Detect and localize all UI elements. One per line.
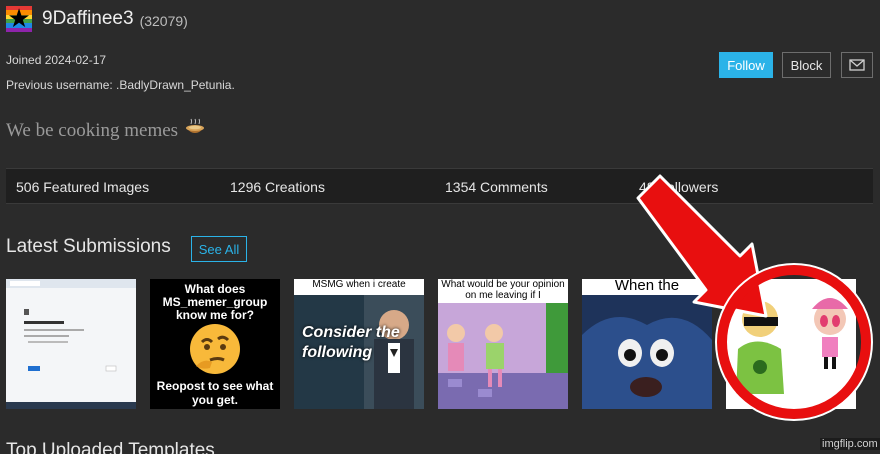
stat-followers[interactable]: 48 Followers (639, 179, 718, 195)
stats-bar: 506 Featured Images 1296 Creations 1354 … (6, 168, 873, 204)
block-button[interactable]: Block (782, 52, 831, 78)
submission-thumb-6[interactable] (726, 279, 856, 409)
cooking-pot-icon (184, 118, 206, 144)
see-all-button[interactable]: See All (191, 236, 247, 262)
submission-thumb-3[interactable]: MSMG when i create Consider the followin… (294, 279, 424, 409)
meme-top-text: What does MS_memer_group know me for? (162, 282, 268, 322)
thumb-cartoon-art (438, 303, 568, 409)
joined-date: Joined 2024-02-17 (6, 53, 107, 67)
meme-caption: When the (582, 279, 712, 295)
meme-caption: What would be your opinion on me leaving… (438, 279, 568, 303)
profile-points: (32079) (139, 12, 188, 29)
meme-overlay-text: Consider the following (302, 324, 400, 361)
thumb-photo-art (582, 295, 712, 409)
profile-bio: We be cooking memes (6, 118, 206, 144)
meme-caption: MSMG when i create (294, 279, 424, 295)
profile-username: 9Daffinee3 (42, 8, 134, 29)
envelope-icon (849, 59, 865, 71)
submission-thumb-4[interactable]: What would be your opinion on me leaving… (438, 279, 568, 409)
site-watermark: imgflip.com (820, 438, 880, 450)
thumb-cartoon-art (726, 279, 856, 409)
submission-thumb-1[interactable] (6, 279, 136, 409)
submission-thumb-2[interactable]: What does MS_memer_group know me for? Re… (150, 279, 280, 409)
top-templates-title: Top Uploaded Templates (6, 440, 215, 454)
stat-comments[interactable]: 1354 Comments (445, 179, 548, 195)
latest-submissions-title: Latest Submissions (6, 236, 171, 257)
stat-featured-images[interactable]: 506 Featured Images (16, 179, 149, 195)
submission-thumb-5[interactable]: When the (582, 279, 712, 409)
stat-creations[interactable]: 1296 Creations (230, 179, 325, 195)
star-icon: ★ (7, 6, 31, 32)
avatar[interactable]: ★ (6, 6, 32, 32)
profile-header: ★ 9Daffinee3 (32079) (6, 6, 188, 32)
meme-bottom-text: Reopost to see what you get. (156, 379, 274, 407)
message-button[interactable] (841, 52, 873, 78)
previous-username: Previous username: .BadlyDrawn_Petunia. (6, 78, 235, 92)
thinking-face-icon (190, 324, 240, 374)
follow-button[interactable]: Follow (719, 52, 773, 78)
profile-bio-text: We be cooking memes (6, 120, 179, 141)
thumb-screenshot-art (6, 279, 136, 409)
